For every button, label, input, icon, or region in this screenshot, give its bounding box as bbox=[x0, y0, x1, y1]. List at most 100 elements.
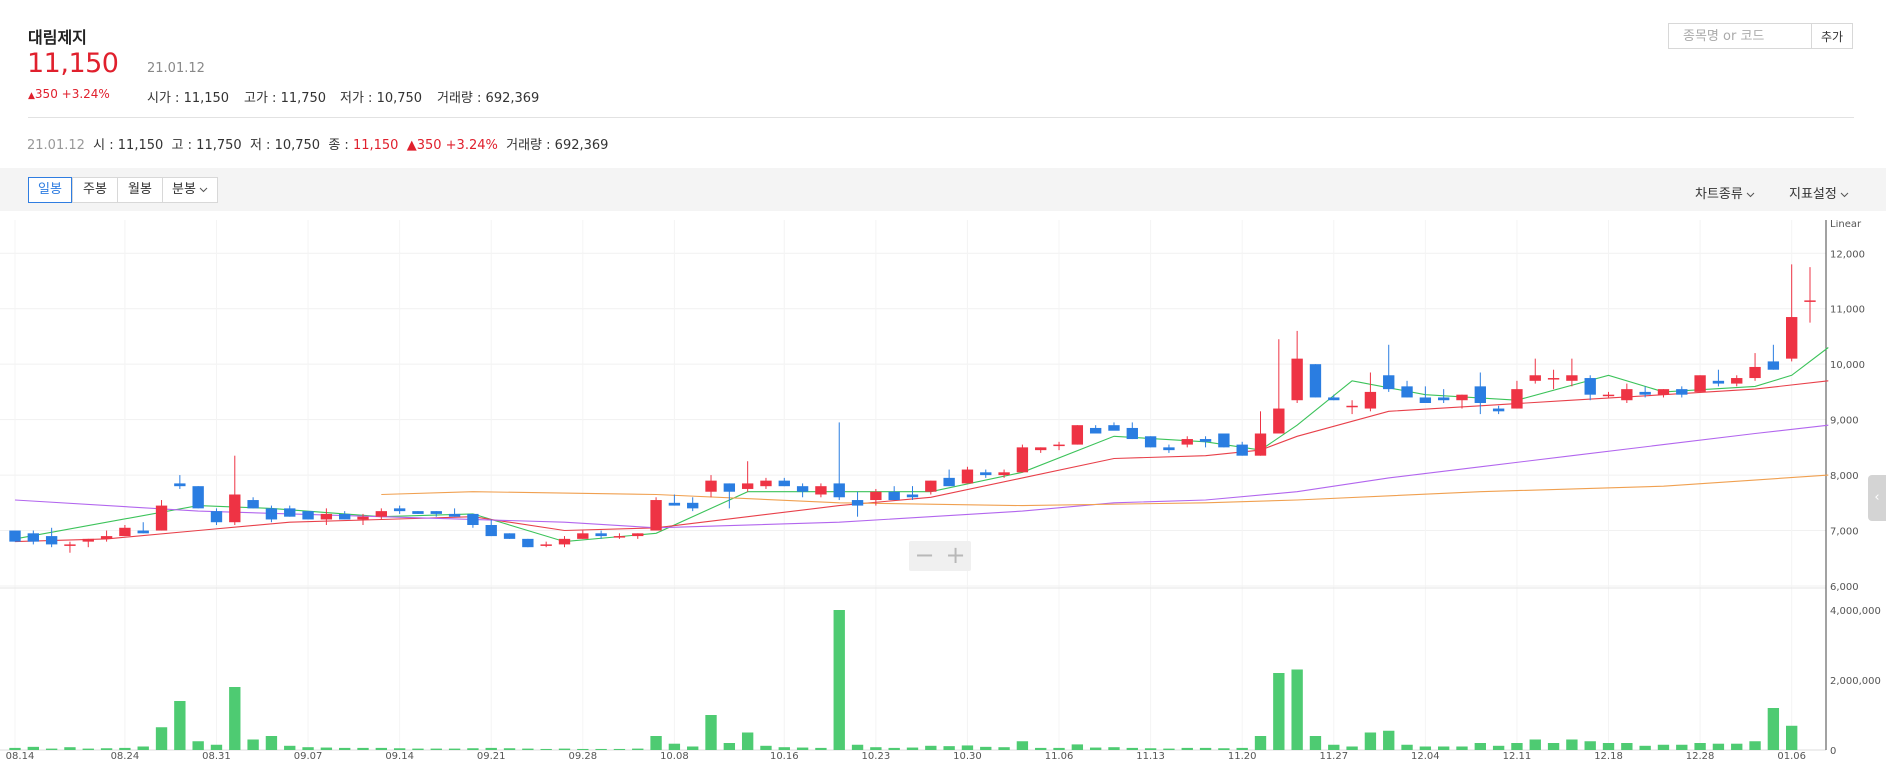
candle-body bbox=[339, 513, 351, 520]
candle-body bbox=[100, 536, 113, 539]
volume-bar bbox=[888, 747, 900, 750]
volume-bar bbox=[82, 748, 94, 750]
volume-bar bbox=[1126, 747, 1138, 750]
volume-bar bbox=[1163, 748, 1175, 750]
volume-bar bbox=[1016, 741, 1029, 750]
candle-body bbox=[265, 508, 278, 520]
candle-body bbox=[1309, 364, 1322, 398]
volume-bar bbox=[155, 727, 168, 750]
candle-body bbox=[82, 538, 94, 542]
chevron-down-icon bbox=[1746, 192, 1755, 198]
candle-body bbox=[577, 533, 589, 539]
volume-bar bbox=[1492, 745, 1505, 750]
candle-body bbox=[1218, 433, 1230, 448]
time-tick-label: 10.08 bbox=[660, 751, 689, 760]
volume-bar bbox=[1419, 746, 1432, 750]
candle-body bbox=[1016, 447, 1029, 473]
side-panel-toggle[interactable]: ‹ bbox=[1868, 475, 1886, 521]
volume-bar bbox=[430, 748, 442, 750]
volume-bar bbox=[1749, 741, 1761, 750]
chevron-down-icon bbox=[199, 187, 208, 193]
price-tick-label: 11,000 bbox=[1830, 305, 1865, 316]
quote-low: 10,750 bbox=[274, 138, 321, 153]
volume-bar bbox=[1071, 744, 1084, 750]
candle-body bbox=[1731, 378, 1743, 384]
candle-body bbox=[302, 511, 314, 520]
price-tick-label: 10,000 bbox=[1830, 360, 1865, 371]
stat-volume: 거래량 : 692,369 bbox=[437, 91, 540, 106]
volume-bar bbox=[1383, 730, 1395, 750]
header-divider bbox=[28, 117, 1854, 118]
volume-bar bbox=[1346, 746, 1358, 750]
candle-body bbox=[1254, 433, 1267, 456]
volume-bar bbox=[1035, 747, 1047, 750]
volume-bar bbox=[851, 744, 864, 750]
chart-type-dropdown[interactable]: 차트종류 bbox=[1695, 183, 1755, 202]
chart-type-label: 차트종류 bbox=[1695, 187, 1743, 202]
volume-bar bbox=[522, 748, 534, 750]
volume-bar bbox=[650, 736, 662, 750]
volume-bar bbox=[1144, 748, 1157, 750]
quote-line: 21.01.12 시 : 11,150 고 : 11,750 저 : 10,75… bbox=[27, 138, 609, 153]
volume-bar bbox=[1291, 669, 1303, 750]
price-tick-label: 7,000 bbox=[1830, 527, 1859, 538]
stat-volume-value: 692,369 bbox=[485, 91, 540, 106]
volume-bar bbox=[815, 747, 827, 750]
candle-body bbox=[1053, 444, 1065, 447]
stat-open-label: 시가 bbox=[147, 91, 171, 106]
stat-low-label: 저가 bbox=[340, 91, 364, 106]
volume-bar bbox=[229, 687, 241, 750]
candle-body bbox=[1474, 386, 1486, 403]
candle-body bbox=[1492, 408, 1505, 412]
zoom-in-button[interactable]: + bbox=[940, 541, 971, 571]
volume-bar bbox=[174, 701, 186, 750]
candle-body bbox=[9, 530, 21, 542]
time-tick-label: 08.24 bbox=[111, 751, 140, 760]
candle-body bbox=[45, 536, 58, 545]
candle-body bbox=[632, 533, 644, 537]
candle-body bbox=[1401, 386, 1413, 398]
period-minute-button[interactable]: 분봉 bbox=[162, 177, 218, 203]
volume-bar bbox=[1401, 744, 1413, 750]
volume-bar bbox=[448, 748, 461, 750]
add-button[interactable]: 추가 bbox=[1811, 23, 1853, 49]
candle-body bbox=[1199, 439, 1212, 442]
volume-bar bbox=[632, 748, 644, 750]
volume-bar bbox=[577, 748, 589, 750]
candle-body bbox=[503, 533, 516, 539]
indicator-settings-dropdown[interactable]: 지표설정 bbox=[1789, 183, 1849, 202]
candle-body bbox=[448, 513, 461, 517]
candle-body bbox=[778, 480, 790, 487]
zoom-out-button[interactable]: − bbox=[909, 541, 940, 571]
candle-body bbox=[943, 477, 955, 487]
candle-body bbox=[27, 533, 39, 542]
stock-chart[interactable]: Linear 12,000 11,000 10,000 9,000 8,000 7,000 6… bbox=[0, 220, 1886, 760]
time-tick-label: 12.11 bbox=[1503, 751, 1532, 760]
candle-body bbox=[137, 530, 149, 534]
candle-body bbox=[888, 491, 900, 501]
volume-bar bbox=[1529, 739, 1541, 750]
candle-body bbox=[705, 480, 717, 492]
quote-volume: 692,369 bbox=[554, 138, 609, 153]
price-tick-label: 12,000 bbox=[1830, 249, 1865, 260]
volume-bar bbox=[192, 741, 204, 750]
period-daily-button[interactable]: 일봉 bbox=[28, 177, 72, 203]
period-minute-label: 분봉 bbox=[172, 182, 196, 197]
candle-body bbox=[393, 508, 406, 512]
candle-body bbox=[229, 494, 241, 523]
candle-body bbox=[851, 500, 864, 506]
volume-bar bbox=[1511, 743, 1523, 750]
candle-body bbox=[155, 505, 168, 531]
volume-bar bbox=[760, 745, 772, 750]
volume-bar bbox=[412, 748, 424, 750]
volume-bar bbox=[1639, 745, 1651, 750]
time-tick-label: 09.21 bbox=[477, 751, 506, 760]
volume-bar bbox=[1437, 746, 1450, 750]
period-weekly-button[interactable]: 주봉 bbox=[72, 177, 118, 203]
period-monthly-button[interactable]: 월봉 bbox=[117, 177, 163, 203]
volume-bar bbox=[339, 747, 351, 750]
candle-body bbox=[1786, 317, 1798, 359]
search-input[interactable] bbox=[1669, 24, 1817, 48]
volume-bar bbox=[393, 748, 406, 750]
candle-body bbox=[1511, 389, 1523, 409]
